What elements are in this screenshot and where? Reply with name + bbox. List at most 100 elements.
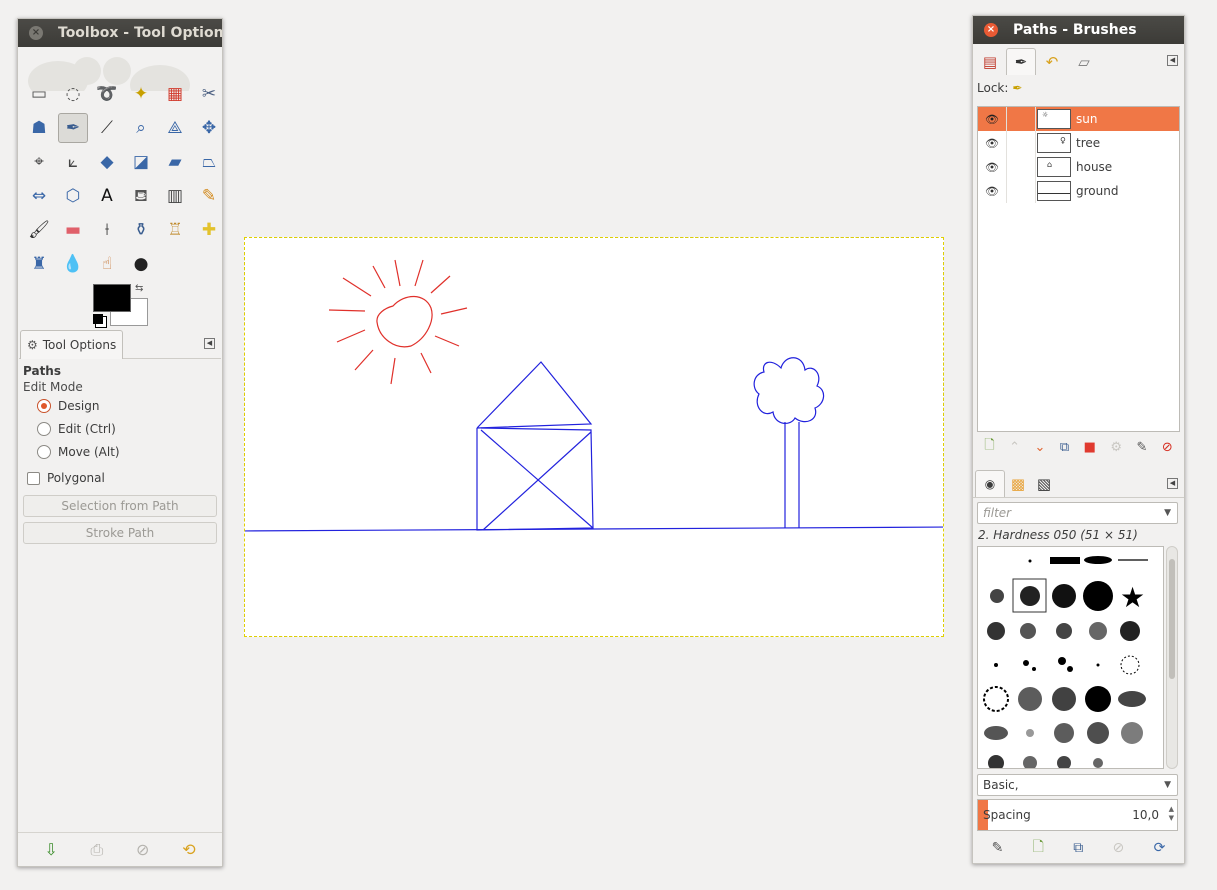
eraser-icon[interactable]: ▬ (58, 215, 88, 245)
chain-toggle[interactable] (1006, 107, 1036, 131)
crop-icon[interactable]: ⟀ (58, 147, 88, 177)
brushes-tab-icon[interactable]: ◉ (975, 470, 1005, 497)
bucket-fill-icon[interactable]: ⛾ (126, 181, 156, 211)
shear-icon[interactable]: ▰ (160, 147, 190, 177)
foreground-select-icon[interactable]: ☗ (24, 113, 54, 143)
rotate-icon[interactable]: ◆ (92, 147, 122, 177)
visibility-eye-icon[interactable]: 👁 (978, 161, 1006, 174)
layers-tab-icon[interactable]: ▤ (975, 48, 1005, 75)
swap-colors-icon[interactable]: ⇆ (135, 283, 143, 294)
refresh-brushes-icon[interactable]: ⟳ (1154, 840, 1166, 856)
fuzzy-select-icon[interactable]: ✦ (126, 79, 156, 109)
spin-arrows-icon[interactable]: ▲ ▼ (1169, 805, 1174, 823)
paths-tool-icon[interactable]: ✒ (58, 113, 88, 143)
selection-from-path-button[interactable]: Selection from Path (23, 495, 217, 517)
stroke-path-button[interactable]: Stroke Path (23, 522, 217, 544)
move-icon[interactable]: ✥ (194, 113, 224, 143)
scissors-select-icon[interactable]: ✂ (194, 79, 224, 109)
mode-move[interactable]: Move (Alt) (23, 440, 219, 463)
blend-icon[interactable]: ▥ (160, 181, 190, 211)
new-brush-icon[interactable]: 🗋 (1033, 836, 1044, 860)
lower-path-icon[interactable]: ⌄ (1034, 440, 1045, 455)
paint-along-path-icon[interactable]: ✎ (1136, 440, 1147, 455)
path-to-selection-icon[interactable]: ■ (1084, 440, 1096, 455)
chain-toggle[interactable] (1006, 155, 1036, 179)
panel-menu-icon[interactable]: ◀ (1167, 478, 1178, 489)
close-icon[interactable]: × (984, 23, 998, 37)
blur-icon[interactable]: 💧 (58, 249, 88, 279)
ink-icon[interactable]: ⚱ (126, 215, 156, 245)
align-icon[interactable]: ⌖ (24, 147, 54, 177)
zoom-icon[interactable]: ⌕ (126, 113, 156, 143)
duplicate-brush-icon[interactable]: ⧉ (1073, 840, 1083, 856)
close-icon[interactable]: × (29, 26, 43, 40)
polygonal-checkbox[interactable] (27, 471, 40, 485)
save-preset-icon[interactable]: ⇩ (44, 840, 57, 859)
chain-toggle[interactable] (1006, 179, 1036, 203)
dodge-burn-icon[interactable]: ● (126, 249, 156, 279)
foreground-color-swatch[interactable] (93, 284, 131, 312)
cage-transform-icon[interactable]: ⬡ (58, 181, 88, 211)
flip-icon[interactable]: ⇔ (24, 181, 54, 211)
clone-icon[interactable]: ♖ (160, 215, 190, 245)
mode-design[interactable]: Design (23, 394, 219, 417)
default-colors-icon[interactable] (93, 314, 103, 324)
gradients-tab-icon[interactable]: ▧ (1029, 470, 1059, 497)
paintbrush-icon[interactable]: 🖌 (24, 215, 54, 245)
tab-tool-options[interactable]: ⚙ Tool Options (20, 330, 124, 359)
measure-icon[interactable]: ⟁ (160, 113, 190, 143)
image-canvas[interactable] (244, 237, 944, 637)
paths-tab-icon[interactable]: ✒ (1006, 48, 1036, 75)
smudge-icon[interactable]: ☝ (92, 249, 122, 279)
new-path-icon[interactable]: 🗋 (984, 436, 994, 458)
visibility-eye-icon[interactable]: 👁 (978, 185, 1006, 198)
select-by-color-icon[interactable]: ▦ (160, 79, 190, 109)
radio-move[interactable] (37, 444, 51, 459)
text-tool-icon[interactable]: A (92, 181, 122, 211)
chain-toggle[interactable] (1006, 131, 1036, 155)
brush-filter-input[interactable]: filter ▼ (977, 502, 1178, 524)
undo-history-tab-icon[interactable]: ↶ (1037, 48, 1067, 75)
path-row-sun[interactable]: 👁 ☼ sun (978, 107, 1179, 131)
chevron-down-icon[interactable]: ▼ (1164, 775, 1171, 795)
channels-tab-icon[interactable]: ▱ (1069, 48, 1099, 75)
brush-scrollbar[interactable] (1166, 546, 1178, 769)
free-select-icon[interactable]: ➰ (92, 79, 122, 109)
lock-position-icon[interactable]: ✒ (1012, 81, 1022, 95)
chevron-down-icon[interactable]: ▼ (1164, 503, 1171, 523)
path-row-house[interactable]: 👁 ⌂ house (978, 155, 1179, 179)
pencil-icon[interactable]: ✎ (194, 181, 224, 211)
brush-tag-combo[interactable]: Basic, ▼ (977, 774, 1178, 796)
visibility-eye-icon[interactable]: 👁 (978, 113, 1006, 126)
selection-to-path-icon[interactable]: ⚙ (1110, 440, 1122, 455)
radio-design[interactable] (37, 398, 51, 413)
visibility-eye-icon[interactable]: 👁 (978, 137, 1006, 150)
perspective-clone-icon[interactable]: ♜ (24, 249, 54, 279)
delete-path-icon[interactable]: ⊘ (1162, 440, 1173, 455)
toolbox-titlebar[interactable]: × Toolbox - Tool Options (18, 19, 222, 47)
reset-icon[interactable]: ⟲ (182, 840, 195, 859)
color-picker-icon[interactable]: ⟋ (92, 113, 122, 143)
restore-preset-icon[interactable]: ⎙ (91, 840, 104, 860)
airbrush-icon[interactable]: ⟊ (92, 215, 122, 245)
perspective-icon[interactable]: ⏢ (194, 147, 224, 177)
paths-titlebar[interactable]: × Paths - Brushes (973, 16, 1184, 44)
mode-edit[interactable]: Edit (Ctrl) (23, 417, 219, 440)
duplicate-path-icon[interactable]: ⧉ (1060, 440, 1069, 455)
raise-path-icon[interactable]: ⌃ (1009, 440, 1020, 455)
panel-menu-icon[interactable]: ◀ (204, 338, 215, 349)
spacing-slider[interactable]: Spacing 10,0 ▲ ▼ (977, 799, 1178, 831)
path-row-ground[interactable]: 👁 ground (978, 179, 1179, 203)
delete-brush-icon[interactable]: ⊘ (1113, 840, 1125, 856)
scale-icon[interactable]: ◪ (126, 147, 156, 177)
delete-preset-icon[interactable]: ⊘ (136, 840, 149, 859)
ellipse-select-icon[interactable]: ◌ (58, 79, 88, 109)
edit-brush-icon[interactable]: ✎ (992, 840, 1004, 856)
path-row-tree[interactable]: 👁 ♀ tree (978, 131, 1179, 155)
radio-edit[interactable] (37, 421, 51, 436)
rect-select-icon[interactable]: ▭ (24, 79, 54, 109)
panel-menu-icon[interactable]: ◀ (1167, 55, 1178, 66)
brush-grid[interactable]: ★ (977, 546, 1164, 769)
polygonal-option[interactable]: Polygonal (23, 466, 219, 490)
heal-icon[interactable]: ✚ (194, 215, 224, 245)
